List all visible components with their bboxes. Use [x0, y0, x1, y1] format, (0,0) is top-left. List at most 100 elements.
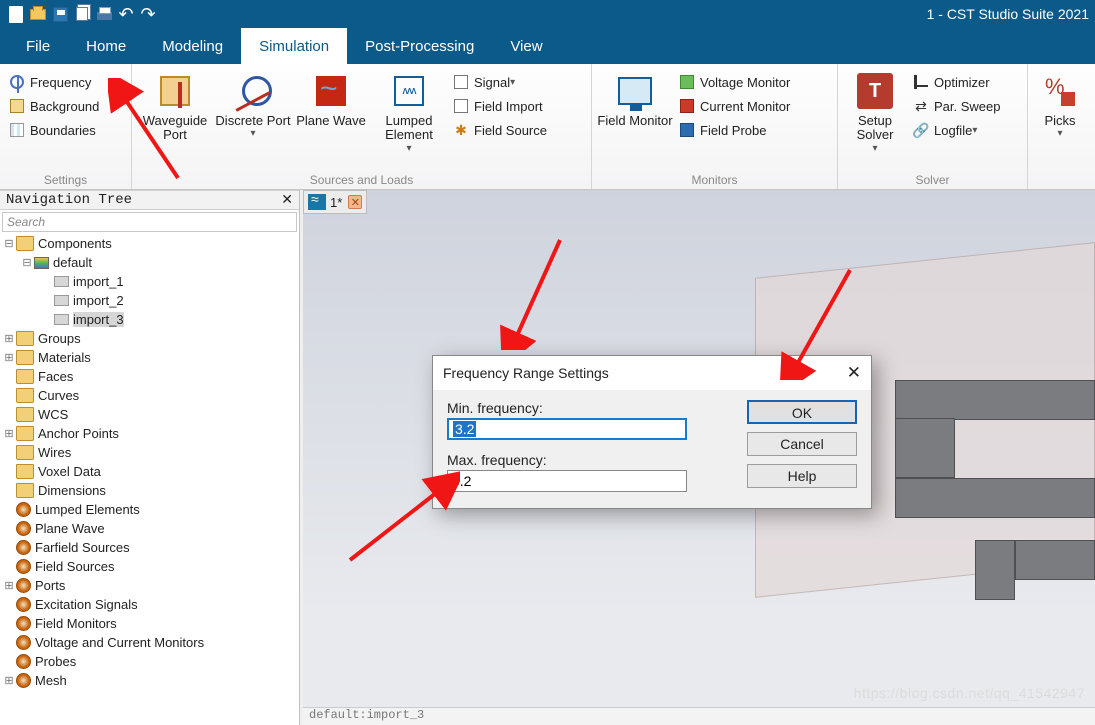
- min-freq-input[interactable]: [447, 418, 687, 440]
- qat-new-icon[interactable]: [6, 4, 26, 24]
- tree-vcimon[interactable]: Voltage and Current Monitors: [35, 635, 204, 650]
- ribbon-boundaries[interactable]: Boundaries: [4, 118, 103, 142]
- nav-tree[interactable]: ⊟Components ⊟default import_1 import_2 i…: [2, 234, 299, 725]
- voltage-monitor-icon: [678, 73, 696, 91]
- model-trace: [895, 478, 1095, 518]
- tree-wcs[interactable]: WCS: [38, 407, 68, 422]
- ribbon-background[interactable]: Background: [4, 94, 103, 118]
- ribbon-setup-solver[interactable]: T Setup Solver: [842, 68, 908, 154]
- wave-icon: [308, 194, 326, 210]
- group-monitors-label: Monitors: [596, 171, 833, 187]
- menu-tab-home[interactable]: Home: [68, 28, 144, 64]
- tree-voxel[interactable]: Voxel Data: [38, 464, 101, 479]
- ribbon-background-label: Background: [30, 99, 99, 114]
- qat-save-icon[interactable]: [50, 4, 70, 24]
- dialog-title-bar[interactable]: Frequency Range Settings ✕: [433, 356, 871, 390]
- menu-tab-simulation[interactable]: Simulation: [241, 28, 347, 64]
- tree-anchor[interactable]: Anchor Points: [38, 426, 119, 441]
- ribbon-field-source[interactable]: ✱ Field Source: [448, 118, 551, 142]
- field-probe-icon: [678, 121, 696, 139]
- signal-icon: [452, 73, 470, 91]
- navigation-tree-panel: Navigation Tree ✕ Search ⊟Components ⊟de…: [0, 190, 300, 725]
- field-monitor-icon: [614, 70, 656, 112]
- nav-close-icon[interactable]: ✕: [281, 192, 293, 209]
- help-button[interactable]: Help: [747, 464, 857, 488]
- model-trace: [895, 380, 1095, 420]
- ribbon-waveguide-port[interactable]: Waveguide Port: [136, 68, 214, 143]
- document-tab-label: 1*: [330, 195, 342, 210]
- tree-dimensions[interactable]: Dimensions: [38, 483, 106, 498]
- ribbon-field-monitor[interactable]: Field Monitor: [596, 68, 674, 128]
- globe-icon: [8, 73, 26, 91]
- tree-import1[interactable]: import_1: [73, 274, 124, 289]
- setup-solver-icon: T: [854, 70, 896, 112]
- ribbon-boundaries-label: Boundaries: [30, 123, 96, 138]
- ribbon-field-import[interactable]: Field Import: [448, 94, 551, 118]
- ribbon-par-sweep[interactable]: Par. Sweep: [908, 94, 1005, 118]
- ribbon-current-monitor[interactable]: Current Monitor: [674, 94, 794, 118]
- max-freq-label: Max. frequency:: [447, 452, 733, 468]
- dialog-close-icon[interactable]: ✕: [847, 363, 861, 383]
- tree-faces[interactable]: Faces: [38, 369, 73, 384]
- tree-planewave[interactable]: Plane Wave: [35, 521, 105, 536]
- ribbon-frequency[interactable]: Frequency: [4, 70, 103, 94]
- watermark-text: https://blog.csdn.net/qq_41542947: [854, 685, 1085, 701]
- qat-copy-icon[interactable]: [72, 4, 92, 24]
- menu-tab-modeling[interactable]: Modeling: [144, 28, 241, 64]
- ribbon-lumped-element[interactable]: ΛΛΛ Lumped Element: [370, 68, 448, 154]
- model-trace: [895, 418, 955, 478]
- cancel-button[interactable]: Cancel: [747, 432, 857, 456]
- frequency-range-dialog: Frequency Range Settings ✕ Min. frequenc…: [432, 355, 872, 509]
- ribbon-field-probe[interactable]: Field Probe: [674, 118, 794, 142]
- qat-redo-icon[interactable]: ↷: [138, 4, 158, 24]
- tree-fieldsrc[interactable]: Field Sources: [35, 559, 114, 574]
- menu-tab-file[interactable]: File: [8, 28, 68, 64]
- qat-print-icon[interactable]: [94, 4, 114, 24]
- discrete-port-icon: [232, 70, 274, 112]
- logfile-icon: 🔗: [912, 121, 930, 139]
- ok-button[interactable]: OK: [747, 400, 857, 424]
- field-source-icon: ✱: [452, 121, 470, 139]
- ribbon-discrete-port[interactable]: Discrete Port: [214, 68, 292, 139]
- optimizer-icon: [912, 73, 930, 91]
- tree-default[interactable]: default: [53, 255, 92, 270]
- tree-import3[interactable]: import_3: [73, 312, 124, 327]
- menu-bar: File Home Modeling Simulation Post-Proce…: [0, 28, 1095, 64]
- ribbon-plane-wave[interactable]: Plane Wave: [292, 68, 370, 128]
- document-tab[interactable]: 1* ✕: [303, 190, 367, 214]
- tree-probes[interactable]: Probes: [35, 654, 76, 669]
- tree-fieldmon[interactable]: Field Monitors: [35, 616, 117, 631]
- tree-import2[interactable]: import_2: [73, 293, 124, 308]
- dialog-title: Frequency Range Settings: [443, 365, 609, 381]
- menu-tab-view[interactable]: View: [492, 28, 560, 64]
- waveguide-port-icon: [154, 70, 196, 112]
- ribbon-optimizer[interactable]: Optimizer: [908, 70, 1005, 94]
- tree-farfield[interactable]: Farfield Sources: [35, 540, 130, 555]
- menu-tab-post[interactable]: Post-Processing: [347, 28, 492, 64]
- tree-curves[interactable]: Curves: [38, 388, 79, 403]
- qat-open-icon[interactable]: [28, 4, 48, 24]
- tree-wires[interactable]: Wires: [38, 445, 71, 460]
- ribbon-logfile[interactable]: 🔗 Logfile: [908, 118, 1005, 142]
- current-monitor-icon: [678, 97, 696, 115]
- group-sources-label: Sources and Loads: [136, 171, 587, 187]
- tree-lumped[interactable]: Lumped Elements: [35, 502, 140, 517]
- nav-search-input[interactable]: Search: [2, 212, 297, 232]
- group-solver-label: Solver: [842, 171, 1023, 187]
- qat-undo-icon[interactable]: ↶: [116, 4, 136, 24]
- tree-ports[interactable]: Ports: [35, 578, 65, 593]
- status-bar: default:import_3: [303, 707, 1095, 725]
- tree-components[interactable]: Components: [38, 236, 112, 251]
- tree-excitation[interactable]: Excitation Signals: [35, 597, 138, 612]
- tree-mesh[interactable]: Mesh: [35, 673, 67, 688]
- tree-groups[interactable]: Groups: [38, 331, 81, 346]
- document-close-icon[interactable]: ✕: [348, 195, 362, 209]
- ribbon-frequency-label: Frequency: [30, 75, 91, 90]
- min-freq-label: Min. frequency:: [447, 400, 733, 416]
- ribbon-voltage-monitor[interactable]: Voltage Monitor: [674, 70, 794, 94]
- boundaries-icon: [8, 121, 26, 139]
- ribbon-picks[interactable]: Picks: [1032, 68, 1088, 139]
- max-freq-input[interactable]: [447, 470, 687, 492]
- tree-materials[interactable]: Materials: [38, 350, 91, 365]
- ribbon-signal[interactable]: Signal: [448, 70, 551, 94]
